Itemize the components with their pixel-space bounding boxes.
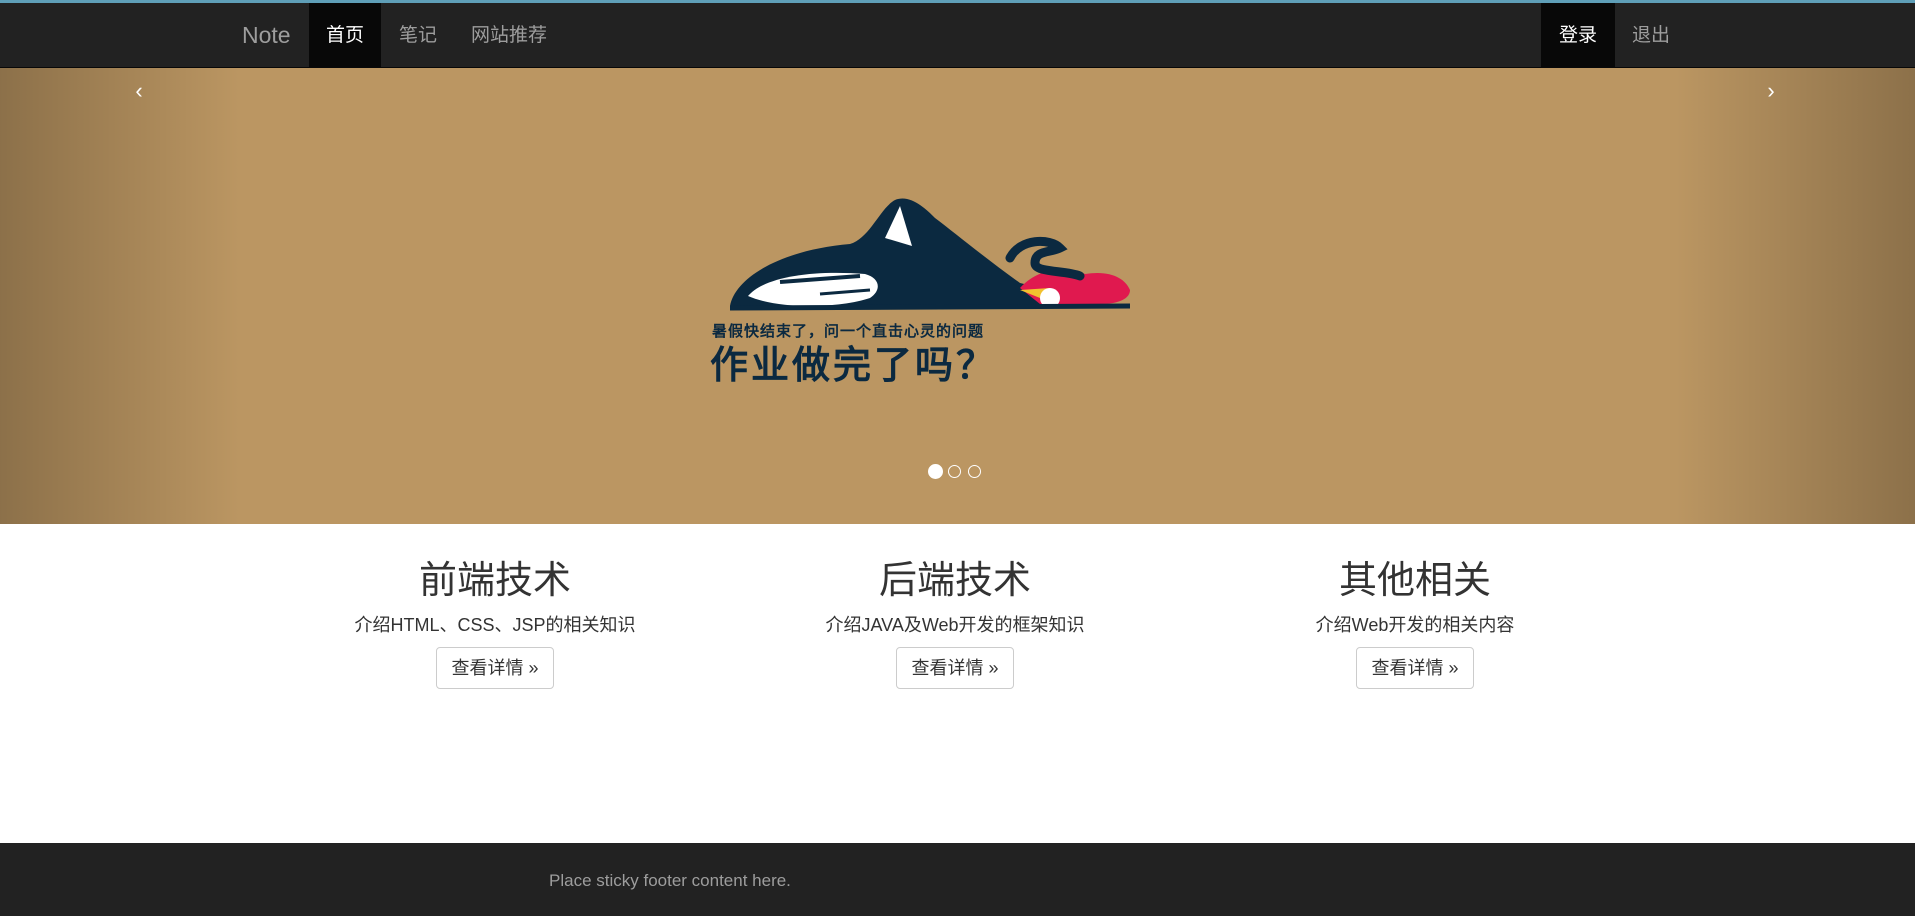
nav-item-home[interactable]: 首页 <box>309 3 381 68</box>
page: Note 首页 笔记 网站推荐 登录 退出 ‹ › 暑假快结束了，问一个直击心灵… <box>0 0 1915 916</box>
feature-description: 介绍HTML、CSS、JSP的相关知识 <box>354 615 636 635</box>
nav-item-login[interactable]: 登录 <box>1541 3 1615 68</box>
view-details-button[interactable]: 查看详情 » <box>896 647 1014 689</box>
nav-item-logout[interactable]: 退出 <box>1615 3 1687 68</box>
feature-description: 介绍JAVA及Web开发的框架知识 <box>825 615 1085 635</box>
feature-title: 后端技术 <box>878 558 1031 602</box>
carousel-indicator[interactable] <box>948 465 961 478</box>
nav-item-site-recommend[interactable]: 网站推荐 <box>455 3 563 68</box>
footer-text: Place sticky footer content here. <box>549 871 791 890</box>
carousel-shade-right[interactable] <box>1675 68 1915 524</box>
navbar: Note 首页 笔记 网站推荐 登录 退出 <box>0 3 1915 68</box>
brand-link[interactable]: Note <box>242 3 291 68</box>
view-details-button[interactable]: 查看详情 » <box>436 647 554 689</box>
carousel-indicator[interactable] <box>968 465 981 478</box>
feature-other: 其他相关 介绍Web开发的相关内容 查看详情 » <box>1245 555 1585 689</box>
feature-backend: 后端技术 介绍JAVA及Web开发的框架知识 查看详情 » <box>785 555 1125 689</box>
view-details-button[interactable]: 查看详情 » <box>1356 647 1474 689</box>
carousel-indicators <box>928 464 988 481</box>
carousel-next-icon[interactable]: › <box>1756 76 1786 106</box>
carousel: ‹ › 暑假快结束了，问一个直击心灵的问题 作业做完了吗？ <box>0 68 1915 524</box>
carousel-prev-icon[interactable]: ‹ <box>124 76 154 106</box>
slide-caption-big: 作业做完了吗？ <box>710 343 998 387</box>
footer: Place sticky footer content here. <box>0 843 1915 916</box>
feature-description: 介绍Web开发的相关内容 <box>1315 615 1515 635</box>
feature-title: 其他相关 <box>1338 558 1491 602</box>
nav-item-notes[interactable]: 笔记 <box>381 3 455 68</box>
feature-title: 前端技术 <box>418 558 571 602</box>
carousel-shade-left[interactable] <box>0 68 240 524</box>
carousel-indicator[interactable] <box>928 464 943 479</box>
feature-frontend: 前端技术 介绍HTML、CSS、JSP的相关知识 查看详情 » <box>325 555 665 689</box>
